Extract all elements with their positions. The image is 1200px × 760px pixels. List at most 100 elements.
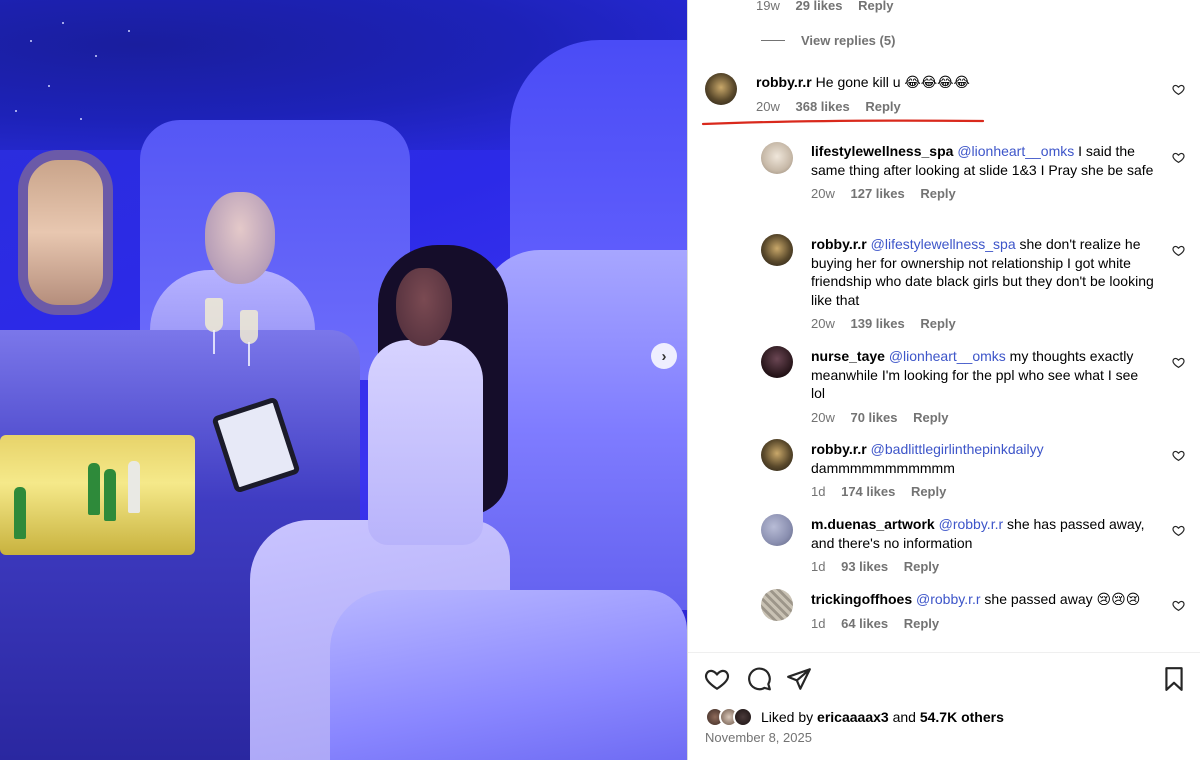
- comment-time: 1d: [811, 615, 826, 631]
- comment-likes[interactable]: 93 likes: [841, 559, 888, 574]
- comment-time: 20w: [811, 409, 835, 425]
- actions-divider: [688, 652, 1200, 653]
- reply-link[interactable]: Reply: [911, 484, 946, 499]
- post-date[interactable]: November 8, 2025: [705, 730, 812, 745]
- comment-meta: 20w 139 likes Reply: [811, 315, 1156, 334]
- reply-link[interactable]: Reply: [920, 186, 955, 201]
- reply-link[interactable]: Reply: [865, 99, 900, 114]
- liked-by-prefix: Liked by: [761, 709, 818, 725]
- ceiling-star: [95, 55, 97, 57]
- heart-icon[interactable]: [1172, 524, 1185, 537]
- liker-avatar: [733, 707, 753, 727]
- mention-link[interactable]: @lionheart__omks: [889, 348, 1006, 364]
- ceiling-star: [48, 85, 50, 87]
- view-replies-toggle[interactable]: View replies (5): [761, 33, 895, 48]
- like-heart-icon[interactable]: [704, 666, 730, 692]
- comment-username[interactable]: robby.r.r: [811, 441, 867, 457]
- avatar[interactable]: [761, 589, 793, 621]
- save-bookmark-icon[interactable]: [1161, 666, 1187, 692]
- champagne-glass: [240, 310, 258, 344]
- ceiling-star: [128, 30, 130, 32]
- reply-link[interactable]: Reply: [904, 616, 939, 631]
- mention-link[interactable]: @robby.r.r: [939, 516, 1004, 532]
- comment-text: He gone kill u 😂😂😂😂: [815, 74, 970, 90]
- woman-face: [396, 268, 452, 346]
- reply-link[interactable]: Reply: [904, 559, 939, 574]
- heart-icon[interactable]: [1172, 83, 1185, 96]
- woman-figure: [368, 340, 483, 545]
- next-slide-button[interactable]: ›: [651, 343, 677, 369]
- reply-comment: nurse_taye @lionheart__omks my thoughts …: [811, 347, 1156, 427]
- comment-bubble-icon[interactable]: [746, 666, 772, 692]
- comment-time: 20w: [811, 186, 835, 201]
- post-photo: ›: [0, 0, 687, 760]
- likes-count[interactable]: 54.7K others: [920, 709, 1004, 725]
- glass-stem: [248, 342, 250, 366]
- comment-username[interactable]: m.duenas_artwork: [811, 516, 935, 532]
- comment-likes[interactable]: 127 likes: [850, 186, 904, 201]
- bottle: [88, 463, 100, 515]
- comment-main: robby.r.r He gone kill u 😂😂😂😂 20w 368 li…: [756, 73, 1146, 116]
- mention-link[interactable]: @badlittlegirlinthepinkdailyy: [871, 441, 1044, 457]
- glass-stem: [213, 330, 215, 354]
- minibar: [0, 435, 195, 555]
- comment-meta: 1d 64 likes Reply: [811, 615, 1156, 634]
- avatar[interactable]: [761, 439, 793, 471]
- reply-link[interactable]: Reply: [920, 316, 955, 331]
- replies-line: [761, 40, 785, 41]
- comment-likes[interactable]: 174 likes: [841, 484, 895, 499]
- ceiling-star: [80, 118, 82, 120]
- comment-username[interactable]: robby.r.r: [756, 74, 812, 90]
- mention-link[interactable]: @lionheart__omks: [957, 143, 1074, 159]
- comment-time: 20w: [756, 98, 780, 114]
- comment-time: 1d: [811, 559, 826, 574]
- bottle: [14, 487, 26, 539]
- mention-link[interactable]: @lifestylewellness_spa: [871, 236, 1016, 252]
- champagne-glass: [205, 298, 223, 332]
- comment-meta: 20w 368 likes Reply: [756, 98, 1146, 117]
- comment-meta: 1d 93 likes Reply: [811, 558, 1156, 577]
- pillow: [330, 590, 687, 760]
- comment-text: dammmmmmmmmmm: [811, 459, 955, 476]
- comment-likes[interactable]: 64 likes: [841, 616, 888, 631]
- bottle: [104, 469, 116, 521]
- heart-icon[interactable]: [1172, 244, 1185, 257]
- comment-username[interactable]: trickingoffhoes: [811, 591, 912, 607]
- view-replies-label: View replies (5): [801, 33, 896, 48]
- reply-comment: robby.r.r @badlittlegirlinthepinkdailyy …: [811, 440, 1156, 502]
- comment-meta: 20w 70 likes Reply: [811, 409, 1156, 428]
- comment-likes[interactable]: 70 likes: [850, 410, 897, 425]
- share-send-icon[interactable]: [786, 666, 812, 692]
- heart-icon[interactable]: [1172, 449, 1185, 462]
- comments-panel: 19w 29 likes Reply View replies (5) robb…: [687, 0, 1200, 760]
- liker-username[interactable]: ericaaaax3: [817, 709, 889, 725]
- heart-icon[interactable]: [1172, 599, 1185, 612]
- heart-icon[interactable]: [1172, 356, 1185, 369]
- comment-likes[interactable]: 29 likes: [795, 0, 842, 13]
- avatar[interactable]: [705, 73, 737, 105]
- cabin-window: [18, 150, 113, 315]
- reply-link[interactable]: Reply: [858, 0, 893, 13]
- comment-time: 1d: [811, 484, 826, 499]
- mention-link[interactable]: @robby.r.r: [916, 591, 981, 607]
- heart-icon[interactable]: [1172, 151, 1185, 164]
- liked-by-text: Liked by ericaaaax3 and 54.7K others: [761, 709, 1004, 725]
- red-underline-annotation: [701, 119, 985, 126]
- comment-username[interactable]: robby.r.r: [811, 236, 867, 252]
- comment-username[interactable]: lifestylewellness_spa: [811, 143, 953, 159]
- comment-username[interactable]: nurse_taye: [811, 348, 885, 364]
- comment-likes[interactable]: 139 likes: [850, 316, 904, 331]
- reply-comment: trickingoffhoes @robby.r.r she passed aw…: [811, 590, 1156, 633]
- avatar[interactable]: [761, 234, 793, 266]
- reply-link[interactable]: Reply: [913, 410, 948, 425]
- reply-comment: m.duenas_artwork @robby.r.r she has pass…: [811, 515, 1156, 577]
- comment-meta: 20w 127 likes Reply: [811, 185, 1156, 204]
- bottle: [128, 461, 140, 513]
- avatar[interactable]: [761, 514, 793, 546]
- avatar[interactable]: [761, 346, 793, 378]
- avatar[interactable]: [761, 142, 793, 174]
- comment-likes[interactable]: 368 likes: [795, 99, 849, 114]
- reply-comment: robby.r.r @lifestylewellness_spa she don…: [811, 235, 1156, 334]
- reply-comment: lifestylewellness_spa @lionheart__omks I…: [811, 142, 1156, 204]
- comment-meta: 1d 174 likes Reply: [811, 483, 1156, 502]
